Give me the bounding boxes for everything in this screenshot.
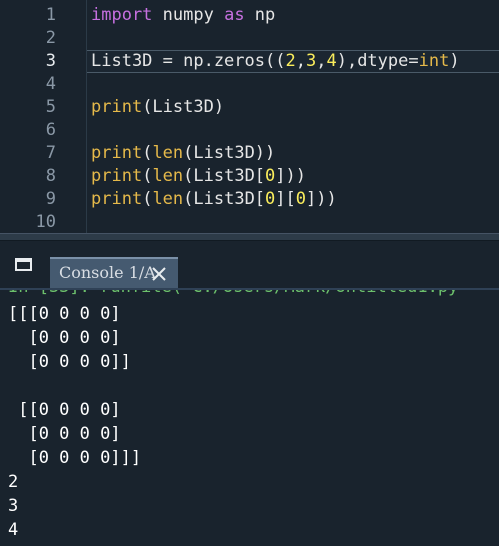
console-output-line: [0 0 0 0]]] xyxy=(8,448,142,468)
console-output[interactable]: In [33]: runfile('C:/Users/Mark/Untitled… xyxy=(0,290,499,546)
line-number: 8 xyxy=(45,166,56,186)
close-icon[interactable] xyxy=(152,267,166,281)
line-number-gutter: 1 2 3 4 5 6 7 8 9 10 xyxy=(0,0,87,233)
code-token: numpy xyxy=(152,5,225,25)
console-output-line: [0 0 0 0] xyxy=(8,328,121,348)
console-output-line: [[0 0 0 0] xyxy=(8,400,121,420)
code-token: ])) xyxy=(275,166,307,186)
code-token: 3 xyxy=(305,51,317,71)
code-token: print xyxy=(91,143,143,163)
code-token: ( xyxy=(142,189,153,209)
code-token: , xyxy=(316,51,327,71)
pane-splitter[interactable] xyxy=(0,233,499,241)
line-number: 1 xyxy=(45,5,56,25)
line-number: 2 xyxy=(45,28,56,48)
line-number: 6 xyxy=(45,120,56,140)
code-token: ) xyxy=(449,51,460,71)
code-token: import xyxy=(91,5,153,25)
code-line[interactable]: print(List3D) xyxy=(91,96,224,119)
line-number: 9 xyxy=(45,189,56,209)
code-token: (List3D[ xyxy=(183,189,266,209)
code-editor[interactable]: 1 2 3 4 5 6 7 8 9 10 import numpy as np List3D = n… xyxy=(0,0,499,233)
code-token: (List3D[ xyxy=(183,166,266,186)
code-token: ( xyxy=(142,166,153,186)
code-token: len xyxy=(152,166,184,186)
line-number: 3 xyxy=(45,51,56,71)
code-line[interactable]: print(len(List3D[0])) xyxy=(91,165,306,188)
console-output-line: 4 xyxy=(8,520,19,540)
code-token: (List3D)) xyxy=(183,143,276,163)
code-token: 0 xyxy=(265,189,276,209)
code-line[interactable]: List3D = np.zeros((2,3,4),dtype=int) xyxy=(91,50,460,73)
console-clipped-input-line: In [33]: runfile('C:/Users/Mark/Untitled… xyxy=(8,290,469,299)
console-header: Console 1/A xyxy=(0,241,499,291)
console-output-line: 3 xyxy=(8,496,19,516)
spyder-ide-window: 1 2 3 4 5 6 7 8 9 10 import numpy as np List3D = n… xyxy=(0,0,499,546)
code-token: ])) xyxy=(306,189,337,209)
console-output-line: 2 xyxy=(8,472,19,492)
console-output-line: [[[0 0 0 0] xyxy=(8,304,121,324)
code-token: print xyxy=(91,189,143,209)
code-token: List3D = np.zeros(( xyxy=(91,51,286,71)
code-token: len xyxy=(152,189,184,209)
pane-window-icon[interactable] xyxy=(15,258,32,271)
code-token: as xyxy=(224,5,245,25)
code-line[interactable]: print(len(List3D)) xyxy=(91,142,275,165)
line-number: 10 xyxy=(35,212,56,232)
line-number: 7 xyxy=(45,143,56,163)
console-tab-label: Console 1/A xyxy=(59,263,156,282)
line-number: 5 xyxy=(45,97,56,117)
tab-console[interactable]: Console 1/A xyxy=(50,257,178,291)
code-line[interactable]: import numpy as np xyxy=(91,4,275,27)
code-token: ( xyxy=(142,143,153,163)
console-output-line: [0 0 0 0] xyxy=(8,424,121,444)
code-line[interactable]: print(len(List3D[0][0])) xyxy=(91,188,337,211)
code-token: 4 xyxy=(326,51,337,71)
code-token: len xyxy=(152,143,184,163)
code-token: ),dtype= xyxy=(336,51,419,71)
code-token: 0 xyxy=(265,166,276,186)
code-token: int xyxy=(418,51,450,71)
line-number: 4 xyxy=(45,74,56,94)
code-token: np xyxy=(244,5,276,25)
code-token: , xyxy=(295,51,306,71)
code-token: 2 xyxy=(285,51,296,71)
console-output-line: [0 0 0 0]] xyxy=(8,352,131,372)
code-token: print xyxy=(91,166,143,186)
code-token: (List3D) xyxy=(142,97,225,117)
code-token: 0 xyxy=(295,189,307,209)
code-token: ][ xyxy=(275,189,296,209)
code-token: print xyxy=(91,97,143,117)
